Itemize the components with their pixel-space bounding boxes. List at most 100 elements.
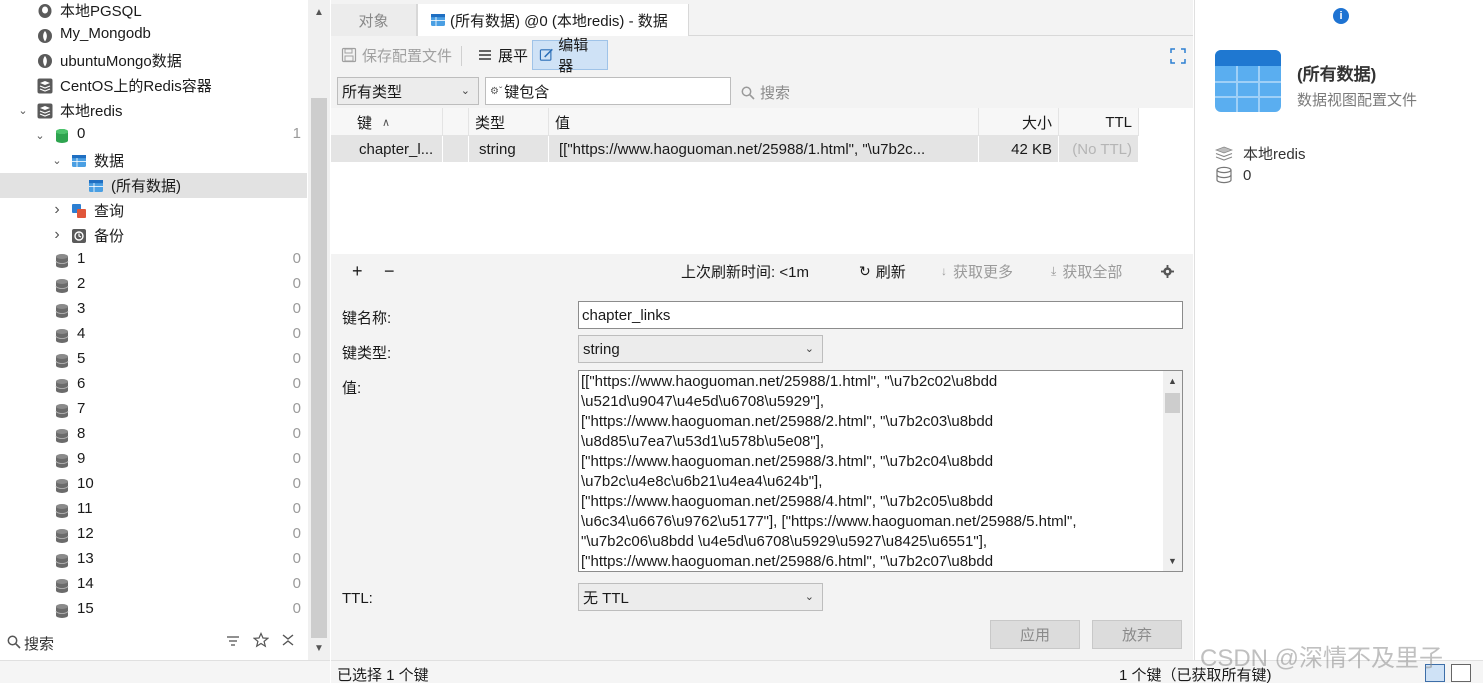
column-header-ttl[interactable]: TTL xyxy=(1059,108,1139,136)
tab-data[interactable]: (所有数据) @0 (本地redis) - 数据 xyxy=(417,4,689,36)
add-key-button[interactable]: + xyxy=(352,260,363,282)
editor-label: 编辑器 xyxy=(558,37,589,75)
flatten-button[interactable]: 展平 xyxy=(471,40,534,70)
chevron-down-icon[interactable]: ⌄ xyxy=(16,103,30,117)
tree-item[interactable]: 30 xyxy=(0,298,307,323)
key-filter-input[interactable]: ⚙ˇ 键包含 xyxy=(485,77,731,105)
tree-item[interactable]: (所有数据) xyxy=(0,173,307,198)
gear-icon[interactable] xyxy=(1161,265,1174,278)
tree-item[interactable]: 本地PGSQL xyxy=(0,0,307,23)
tree-item[interactable]: 11 0 xyxy=(0,498,307,523)
chevron-right-icon[interactable]: › xyxy=(50,226,64,243)
tree-item-label: 6 xyxy=(77,375,86,392)
key-name-field[interactable]: chapter_links xyxy=(578,301,1183,329)
tree-item[interactable]: 15 0 xyxy=(0,598,307,623)
column-header-size[interactable]: 大小 xyxy=(979,108,1059,136)
navigation-pane: 本地PGSQL My_Mongodb ubuntuMongo数据 CentOS上的Re… xyxy=(0,0,330,683)
filter-icon[interactable] xyxy=(226,634,240,648)
value-line: \u7b2c\u4e8c\u6b21\u4ea4\u624b"], xyxy=(581,473,823,490)
tree-item[interactable]: 90 xyxy=(0,448,307,473)
star-icon[interactable] xyxy=(253,632,269,648)
value-scrollbar-thumb[interactable] xyxy=(1165,393,1180,413)
fetch-all-button[interactable]: ⤓ 获取全部 xyxy=(1051,260,1122,282)
scroll-down-arrow-icon[interactable]: ▼ xyxy=(308,638,330,658)
tree-search-label[interactable]: 搜索 xyxy=(24,633,54,654)
cell-ttl[interactable]: (No TTL) xyxy=(1059,136,1139,162)
fetch-more-button[interactable]: ↓ 获取更多 xyxy=(941,260,1013,282)
search-button[interactable]: 搜索 xyxy=(741,82,790,103)
database-icon xyxy=(54,378,70,394)
tree-item[interactable]: 40 xyxy=(0,323,307,348)
chevron-right-icon[interactable]: › xyxy=(50,201,64,218)
tree-item-label: 1 xyxy=(77,250,86,267)
key-type-label: 键类型: xyxy=(342,345,392,362)
tree-scrollbar[interactable]: ▲ ▼ xyxy=(308,0,330,660)
tree-item[interactable]: 10 xyxy=(0,248,307,273)
cell-key[interactable]: chapter_l... xyxy=(331,136,443,162)
column-header-type[interactable]: 类型 xyxy=(469,108,549,136)
fullscreen-icon[interactable] xyxy=(1170,48,1186,64)
tree-item-label: 3 xyxy=(77,300,86,317)
tree-item[interactable]: 50 xyxy=(0,348,307,373)
column-header-value[interactable]: 值 xyxy=(549,108,979,136)
scroll-down-arrow-icon[interactable]: ▼ xyxy=(1163,551,1182,571)
cell-value[interactable]: [["https://www.haoguoman.net/25988/1.htm… xyxy=(549,136,979,162)
value-line: \u8d85\u7ea7\u53d1\u578b\u5e08"], xyxy=(581,433,825,450)
tree-item[interactable]: ⌄ 0 1 xyxy=(0,123,307,148)
value-textarea[interactable]: [["https://www.haoguoman.net/25988/1.htm… xyxy=(578,370,1183,572)
tree-item-label: My_Mongodb xyxy=(60,25,151,42)
value-text[interactable]: [["https://www.haoguoman.net/25988/1.htm… xyxy=(581,372,1159,571)
refresh-button[interactable]: ↻ 刷新 xyxy=(859,260,906,282)
tree-item[interactable]: 70 xyxy=(0,398,307,423)
tree-item-count: 0 xyxy=(292,450,301,467)
tree-item[interactable]: CentOS上的Redis容器 xyxy=(0,73,307,98)
remove-key-button[interactable]: − xyxy=(384,260,395,282)
tree-scrollbar-thumb[interactable] xyxy=(311,98,327,638)
tree-item[interactable]: My_Mongodb xyxy=(0,23,307,48)
chevron-down-icon: ⌄ xyxy=(804,591,814,603)
last-refresh-text: 上次刷新时间: <1m xyxy=(681,263,809,281)
chevron-down-icon[interactable]: ⌄ xyxy=(33,128,47,142)
column-header-key[interactable]: 键 ∧ xyxy=(331,108,443,136)
tree-item[interactable]: 13 0 xyxy=(0,548,307,573)
tree-item-label: 11 xyxy=(77,500,93,517)
key-type-select[interactable]: string ⌄ xyxy=(578,335,823,363)
tree-item[interactable]: 60 xyxy=(0,373,307,398)
tab-objects[interactable]: 对象 xyxy=(331,4,417,36)
tree-item[interactable]: › 查询 xyxy=(0,198,307,223)
table-row[interactable]: chapter_l... string [["https://www.haogu… xyxy=(331,136,1139,162)
scroll-up-arrow-icon[interactable]: ▲ xyxy=(308,2,330,22)
tree-item[interactable]: 10 0 xyxy=(0,473,307,498)
cell-size[interactable]: 42 KB xyxy=(979,136,1059,162)
tree-item-count: 0 xyxy=(292,400,301,417)
tree-search-bar[interactable]: 搜索 xyxy=(0,628,307,656)
apply-button[interactable]: 应用 xyxy=(990,620,1080,649)
value-label: 值: xyxy=(342,380,362,397)
tree-item[interactable]: ⌄ 数据 xyxy=(0,148,307,173)
tree-item[interactable]: ⌄ 本地redis xyxy=(0,98,307,123)
ttl-select[interactable]: 无 TTL ⌄ xyxy=(578,583,823,611)
layout-right-toggle-icon[interactable] xyxy=(1451,664,1471,682)
type-filter-select[interactable]: 所有类型 ⌄ xyxy=(337,77,479,105)
info-icon[interactable]: i xyxy=(1333,8,1349,24)
search-icon xyxy=(741,86,755,100)
query-icon xyxy=(71,203,87,219)
tree-item[interactable]: 20 xyxy=(0,273,307,298)
tree-item[interactable]: › 备份 xyxy=(0,223,307,248)
value-line: ["https://www.haoguoman.net/25988/2.html… xyxy=(581,413,994,430)
tree-item[interactable]: ubuntuMongo数据 xyxy=(0,48,307,73)
filter-options-gear-icon[interactable]: ⚙ˇ xyxy=(490,86,502,97)
tree-item[interactable]: 12 0 xyxy=(0,523,307,548)
tree-item[interactable]: 14 0 xyxy=(0,573,307,598)
discard-button[interactable]: 放弃 xyxy=(1092,620,1182,649)
redis-stack-icon xyxy=(37,78,53,94)
scroll-up-arrow-icon[interactable]: ▲ xyxy=(1163,371,1182,391)
tree-item[interactable]: 80 xyxy=(0,423,307,448)
editor-button[interactable]: 编辑器 xyxy=(532,37,608,75)
cell-type[interactable]: string xyxy=(469,136,549,162)
chevron-down-icon[interactable]: ⌄ xyxy=(50,153,64,167)
collapse-all-icon[interactable] xyxy=(281,633,295,647)
save-profile-button[interactable]: 保存配置文件 xyxy=(335,40,458,70)
value-scrollbar[interactable]: ▲ ▼ xyxy=(1163,371,1182,571)
table-icon xyxy=(431,14,445,26)
